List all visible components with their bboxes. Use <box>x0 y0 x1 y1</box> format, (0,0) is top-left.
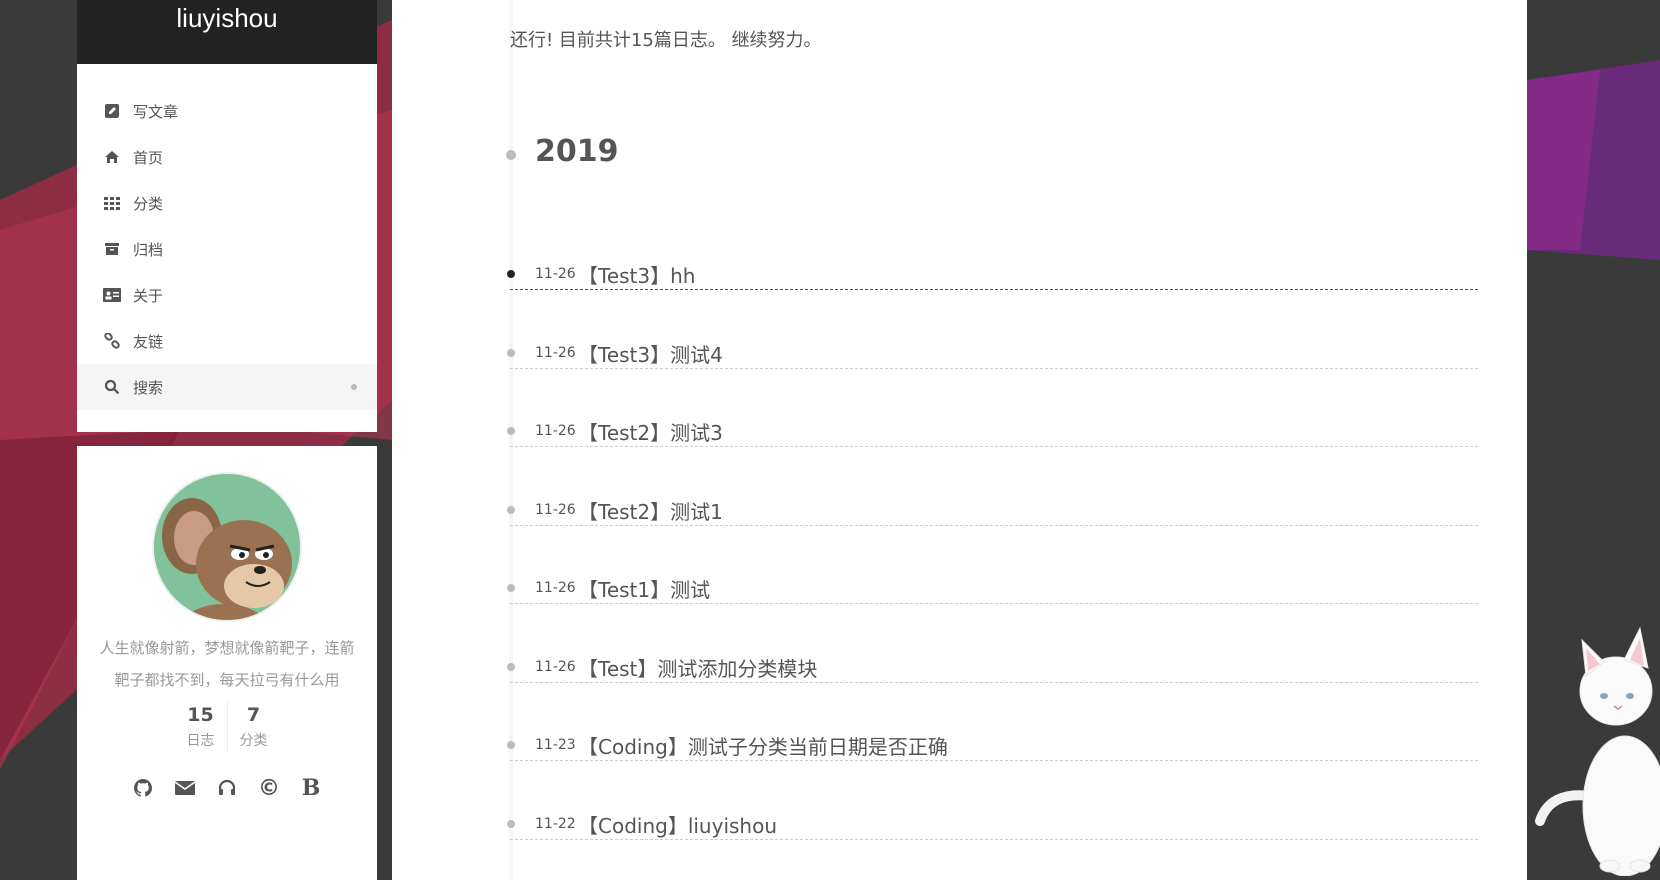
menu-item-archives[interactable]: 归档 <box>77 226 377 272</box>
archive-intro: 还行! 目前共计15篇日志。 继续努力。 <box>510 30 822 51</box>
post-title-link[interactable]: 【Test】测试添加分类模块 <box>578 653 817 682</box>
post-item[interactable]: 11-26 【Test3】测试4 <box>507 325 1478 369</box>
profile-bio: 人生就像射箭，梦想就像箭靶子，连箭靶子都找不到，每天拉弓有什么用 <box>99 639 355 689</box>
post-title-link[interactable]: 【Coding】liuyishou <box>578 810 777 839</box>
post-date: 11-26 <box>535 266 576 282</box>
archive-icon <box>103 240 121 258</box>
post-title-link[interactable]: 【Test3】hh <box>578 260 695 289</box>
menu-item-label: 搜索 <box>133 378 164 397</box>
post-title-link[interactable]: 【Test2】测试3 <box>578 417 723 446</box>
menu-item-search[interactable]: 搜索 <box>77 364 377 410</box>
post-date: 11-26 <box>535 659 576 675</box>
sidebar-menu: 写文章 首页 分类 归档 关于 友链 搜索 <box>77 64 377 432</box>
post-item[interactable]: 11-23 【Coding】测试子分类当前日期是否正确 <box>507 717 1478 761</box>
search-icon <box>103 378 121 396</box>
link-icon <box>103 332 121 350</box>
stat-posts[interactable]: 15 日志 <box>175 700 227 752</box>
menu-item-label: 写文章 <box>133 102 179 121</box>
stat-posts-label: 日志 <box>186 733 215 749</box>
main-content: 还行! 目前共计15篇日志。 继续努力。 2019 11-26 【Test3】h… <box>392 0 1527 880</box>
stat-categories[interactable]: 7 分类 <box>226 700 280 752</box>
menu-item-label: 归档 <box>133 240 164 259</box>
post-date: 11-26 <box>535 580 576 596</box>
home-icon <box>103 148 121 166</box>
post-date: 11-26 <box>535 345 576 361</box>
post-date: 11-23 <box>535 737 576 753</box>
post-item[interactable]: 11-26 【Test2】测试1 <box>507 482 1478 526</box>
menu-item-label: 关于 <box>133 286 164 305</box>
post-dot <box>507 349 515 357</box>
social-links: © B <box>77 775 377 801</box>
menu-item-label: 分类 <box>133 194 164 213</box>
copyright-icon[interactable]: © <box>258 776 280 801</box>
site-brand[interactable]: liuyishou <box>77 0 377 64</box>
post-dot <box>507 506 515 514</box>
post-date: 11-26 <box>535 502 576 518</box>
bold-b-icon[interactable]: B <box>301 775 321 801</box>
github-icon[interactable] <box>133 778 153 798</box>
menu-item-links[interactable]: 友链 <box>77 318 377 364</box>
cat-mascot[interactable] <box>1530 616 1660 880</box>
active-indicator-dot <box>351 384 357 390</box>
post-item[interactable]: 11-22 【Coding】liuyishou <box>507 796 1478 840</box>
menu-item-categories[interactable]: 分类 <box>77 180 377 226</box>
menu-item-write[interactable]: 写文章 <box>77 88 377 134</box>
post-title-link[interactable]: 【Test2】测试1 <box>578 496 723 525</box>
site-title[interactable]: liuyishou <box>176 3 277 33</box>
menu-item-label: 首页 <box>133 148 164 167</box>
post-title-link[interactable]: 【Coding】测试子分类当前日期是否正确 <box>578 731 948 760</box>
menu-item-home[interactable]: 首页 <box>77 134 377 180</box>
post-title-link[interactable]: 【Test1】测试 <box>578 574 710 603</box>
archive-year: 2019 <box>535 134 619 169</box>
post-dot <box>507 584 515 592</box>
id-card-icon <box>103 286 121 304</box>
post-date: 11-22 <box>535 816 576 832</box>
post-item[interactable]: 11-26 【Test1】测试 <box>507 560 1478 604</box>
avatar <box>152 472 302 622</box>
post-date: 11-26 <box>535 423 576 439</box>
post-dot <box>507 820 515 828</box>
year-dot <box>506 150 516 160</box>
stat-posts-count: 15 <box>187 704 214 726</box>
menu-item-label: 友链 <box>133 332 164 351</box>
menu-item-about[interactable]: 关于 <box>77 272 377 318</box>
post-dot <box>507 741 515 749</box>
headphones-icon[interactable] <box>217 778 237 798</box>
post-item[interactable]: 11-26 【Test2】测试3 <box>507 403 1478 447</box>
stat-categories-count: 7 <box>246 704 261 726</box>
post-dot <box>507 270 515 278</box>
post-dot <box>507 427 515 435</box>
post-title-link[interactable]: 【Test3】测试4 <box>578 339 723 368</box>
post-item[interactable]: 11-26 【Test3】hh <box>507 246 1478 290</box>
post-item[interactable]: 11-26 【Test】测试添加分类模块 <box>507 639 1478 683</box>
profile-card: 人生就像射箭，梦想就像箭靶子，连箭靶子都找不到，每天拉弓有什么用 15 日志 7… <box>77 446 377 880</box>
post-dot <box>507 663 515 671</box>
profile-stats: 15 日志 7 分类 <box>77 700 377 752</box>
grid-icon <box>103 194 121 212</box>
edit-icon <box>103 102 121 120</box>
mail-icon[interactable] <box>175 778 195 798</box>
stat-categories-label: 分类 <box>239 733 268 749</box>
